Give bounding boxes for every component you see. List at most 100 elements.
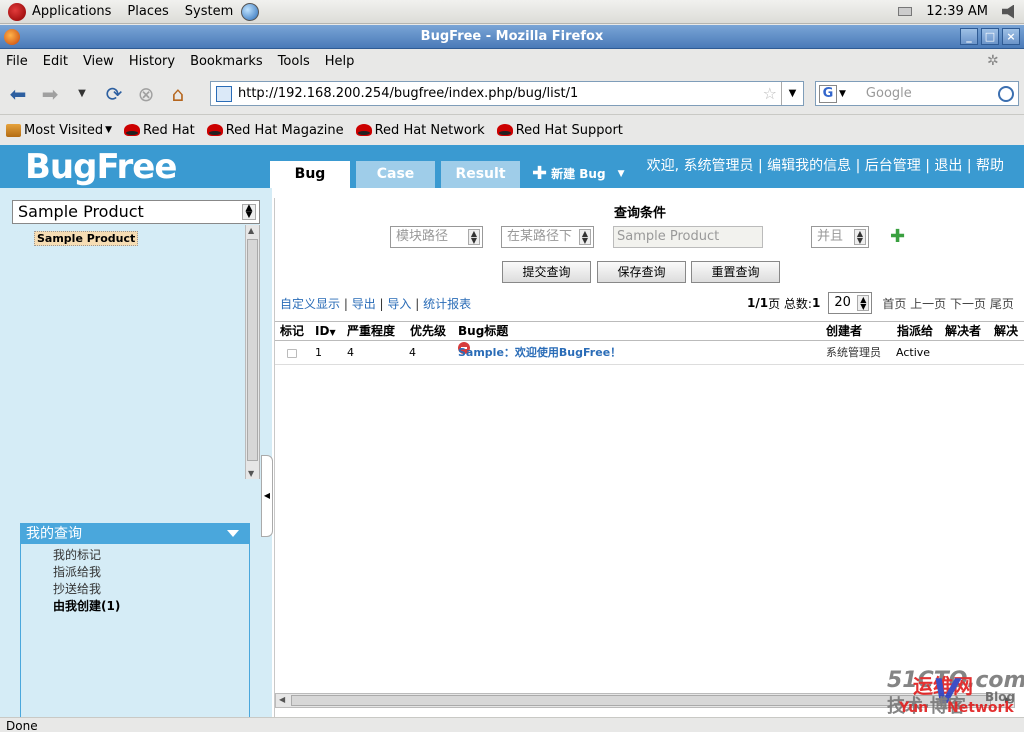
forward-icon[interactable]: ➡ [36, 80, 64, 108]
product-select[interactable]: Sample Product ▲ ▼ [12, 200, 260, 224]
total-count: 1 [811, 296, 821, 310]
import-link[interactable]: 导入 [387, 297, 411, 311]
throbber-icon: ✲ [987, 53, 999, 69]
next-page-link[interactable]: 下一页 [950, 295, 986, 312]
select-arrows-icon: ▲ ▼ [579, 229, 591, 245]
menu-edit[interactable]: Edit [43, 54, 68, 69]
places-menu[interactable]: Places [119, 0, 176, 24]
bookmark-star-icon[interactable]: ☆ [763, 84, 777, 103]
bookmark-red-hat-support[interactable]: Red Hat Support [496, 123, 623, 138]
menu-history[interactable]: History [129, 54, 175, 69]
query-conditions-title: 查询条件 [614, 206, 667, 221]
col-title[interactable]: Bug标题 [458, 322, 508, 341]
col-creator[interactable]: 创建者 [826, 322, 862, 341]
clock[interactable]: 12:39 AM [926, 4, 988, 19]
col-assignee[interactable]: 指派给 [897, 322, 933, 341]
applications-menu[interactable]: Applications [0, 0, 119, 24]
export-link[interactable]: 导出 [352, 297, 376, 311]
page-content: BugFree Bug Case Result ✚ 新建 Bug ▼ 欢迎, 系… [0, 145, 1024, 717]
select-arrows-icon: ▲ ▼ [242, 204, 256, 220]
col-id[interactable]: ID▼ [315, 322, 336, 342]
close-button[interactable]: × [1002, 28, 1020, 45]
navigation-toolbar: ⬅ ➡ ▼ ⟳ ⊗ ⌂ http://192.168.200.254/bugfr… [0, 73, 1024, 115]
search-engine-dropdown-icon[interactable]: ▼ [839, 89, 846, 99]
col-resolution[interactable]: 解决 [994, 322, 1018, 341]
menu-view[interactable]: View [83, 54, 114, 69]
reset-query-button[interactable]: 重置查询 [691, 261, 780, 283]
last-page-link[interactable]: 尾页 [990, 295, 1014, 312]
reload-icon[interactable]: ⟳ [100, 80, 128, 108]
stop-icon[interactable]: ⊗ [132, 80, 160, 108]
query-cc-to-me[interactable]: 抄送给我 [21, 581, 249, 598]
scroll-left-icon[interactable]: ◀ [279, 695, 285, 704]
redhat-icon [206, 124, 223, 136]
new-bug-button[interactable]: ✚ 新建 Bug ▼ [532, 164, 625, 182]
back-icon[interactable]: ⬅ [4, 80, 32, 108]
custom-display-link[interactable]: 自定义显示 [280, 297, 340, 311]
col-mark[interactable]: 标记 [280, 322, 304, 341]
list-actions: 自定义显示 | 导出 | 导入 | 统计报表 [280, 297, 472, 311]
bookmark-red-hat-network[interactable]: Red Hat Network [355, 123, 485, 138]
chevron-down-icon[interactable] [227, 530, 239, 537]
tab-result[interactable]: Result [441, 161, 520, 188]
folder-icon [6, 123, 21, 137]
table-row[interactable]: 1 4 4 Sample：欢迎使用BugFree！ 系统管理员 Active [275, 342, 1024, 365]
flag-icon[interactable] [287, 349, 297, 358]
prev-page-link[interactable]: 上一页 [910, 295, 946, 312]
bookmark-red-hat[interactable]: Red Hat [124, 123, 195, 138]
col-severity[interactable]: 严重程度 [347, 322, 395, 341]
url-bar[interactable]: http://192.168.200.254/bugfree/index.php… [210, 81, 804, 106]
my-query-header[interactable]: 我的查询 [21, 524, 249, 544]
bugfree-logo[interactable]: BugFree [25, 147, 177, 187]
col-priority[interactable]: 优先级 [410, 322, 446, 341]
query-my-marked[interactable]: 我的标记 [21, 547, 249, 564]
cell-creator: 系统管理员 [826, 346, 881, 359]
search-icon[interactable] [998, 85, 1014, 102]
bookmarks-toolbar: Most Visited ▼ Red Hat Red Hat Magazine … [0, 117, 1024, 143]
volume-icon[interactable] [1002, 4, 1014, 19]
google-icon[interactable]: G [819, 84, 837, 103]
minimize-button[interactable]: _ [960, 28, 978, 45]
report-link[interactable]: 统计报表 [423, 297, 471, 311]
first-page-link[interactable]: 首页 [882, 295, 906, 312]
user-links[interactable]: 欢迎, 系统管理员 | 编辑我的信息 | 后台管理 | 退出 | 帮助 [647, 155, 1004, 175]
url-text[interactable]: http://192.168.200.254/bugfree/index.php… [238, 86, 763, 101]
col-resolver[interactable]: 解决者 [945, 322, 981, 341]
field-select[interactable]: 模块路径 ▲ ▼ [390, 226, 483, 248]
logic-select[interactable]: 并且 ▲ ▼ [811, 226, 869, 248]
submit-query-button[interactable]: 提交查询 [502, 261, 591, 283]
add-condition-icon[interactable]: ✚ [890, 228, 905, 246]
gnome-top-panel: Applications Places System 12:39 AM [0, 0, 1024, 24]
scroll-up-icon[interactable]: ▲ [248, 226, 254, 235]
value-input[interactable]: Sample Product [613, 226, 763, 248]
save-query-button[interactable]: 保存查询 [597, 261, 686, 283]
query-assigned-to-me[interactable]: 指派给我 [21, 564, 249, 581]
query-created-by-me[interactable]: 由我创建(1) [21, 598, 249, 615]
collapse-sidebar-handle[interactable]: ◀ [261, 455, 273, 537]
menu-file[interactable]: File [6, 54, 28, 69]
redhat-icon [496, 124, 513, 136]
menu-bookmarks[interactable]: Bookmarks [190, 54, 263, 69]
bookmark-red-hat-magazine[interactable]: Red Hat Magazine [206, 123, 344, 138]
tree-node-sample-product[interactable]: Sample Product [34, 231, 139, 246]
maximize-button[interactable]: □ [981, 28, 999, 45]
url-dropdown-icon[interactable]: ▼ [781, 82, 803, 105]
search-input[interactable]: Google [866, 86, 998, 101]
web-browser-launcher-icon[interactable] [241, 2, 260, 21]
firefox-icon[interactable] [4, 29, 20, 45]
search-box[interactable]: G ▼ Google [815, 81, 1019, 106]
tab-bug[interactable]: Bug [270, 161, 350, 188]
home-icon[interactable]: ⌂ [164, 80, 192, 108]
bookmark-most-visited[interactable]: Most Visited ▼ [6, 123, 112, 138]
page-size-select[interactable]: 20 ▲ ▼ [828, 292, 873, 314]
scroll-down-icon[interactable]: ▼ [248, 469, 254, 478]
history-dropdown-icon[interactable]: ▼ [68, 80, 96, 108]
tree-scrollbar[interactable]: ▲ ▼ [245, 225, 259, 479]
menu-help[interactable]: Help [325, 54, 355, 69]
operator-select[interactable]: 在某路径下 ▲ ▼ [501, 226, 594, 248]
scroll-thumb[interactable] [247, 239, 258, 461]
tab-case[interactable]: Case [356, 161, 435, 188]
chevron-down-icon[interactable]: ▼ [618, 169, 625, 179]
menu-tools[interactable]: Tools [278, 54, 310, 69]
system-menu[interactable]: System [177, 0, 241, 24]
